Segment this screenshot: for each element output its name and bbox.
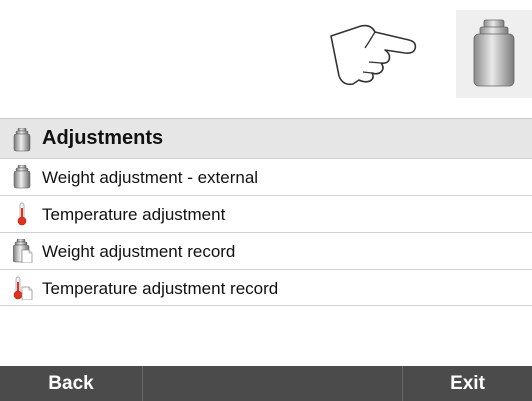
list-item-label: Weight adjustment - external [42, 168, 259, 187]
weight-icon [13, 164, 31, 194]
weight-record-icon [12, 238, 33, 268]
hint-area [0, 0, 532, 108]
adjustments-panel: Adjustments Weight adjustment - external [0, 118, 532, 366]
list-item-temperature-adjustment[interactable]: Temperature adjustment [0, 195, 532, 232]
list-item-temperature-adjustment-record[interactable]: Temperature adjustment record [0, 269, 532, 306]
thermometer-icon [13, 202, 31, 231]
list-item-label: Temperature adjustment record [42, 279, 279, 298]
list-item-weight-adjustment-record[interactable]: Weight adjustment record [0, 232, 532, 269]
footer-bar: Back Exit [0, 366, 532, 401]
list-item-label: Weight adjustment record [42, 242, 236, 261]
exit-button[interactable]: Exit [403, 366, 532, 401]
panel-header: Adjustments [0, 118, 532, 158]
pointing-hand-icon[interactable] [325, 22, 417, 88]
panel-title: Adjustments [42, 127, 164, 149]
weight-icon [13, 127, 31, 157]
list-item-weight-adjustment-external[interactable]: Weight adjustment - external [0, 158, 532, 195]
weight-icon[interactable] [456, 10, 532, 98]
footer-middle-button[interactable] [142, 366, 403, 401]
list-item-label: Temperature adjustment [42, 205, 226, 224]
temperature-record-icon [13, 276, 33, 305]
back-button[interactable]: Back [0, 366, 142, 401]
